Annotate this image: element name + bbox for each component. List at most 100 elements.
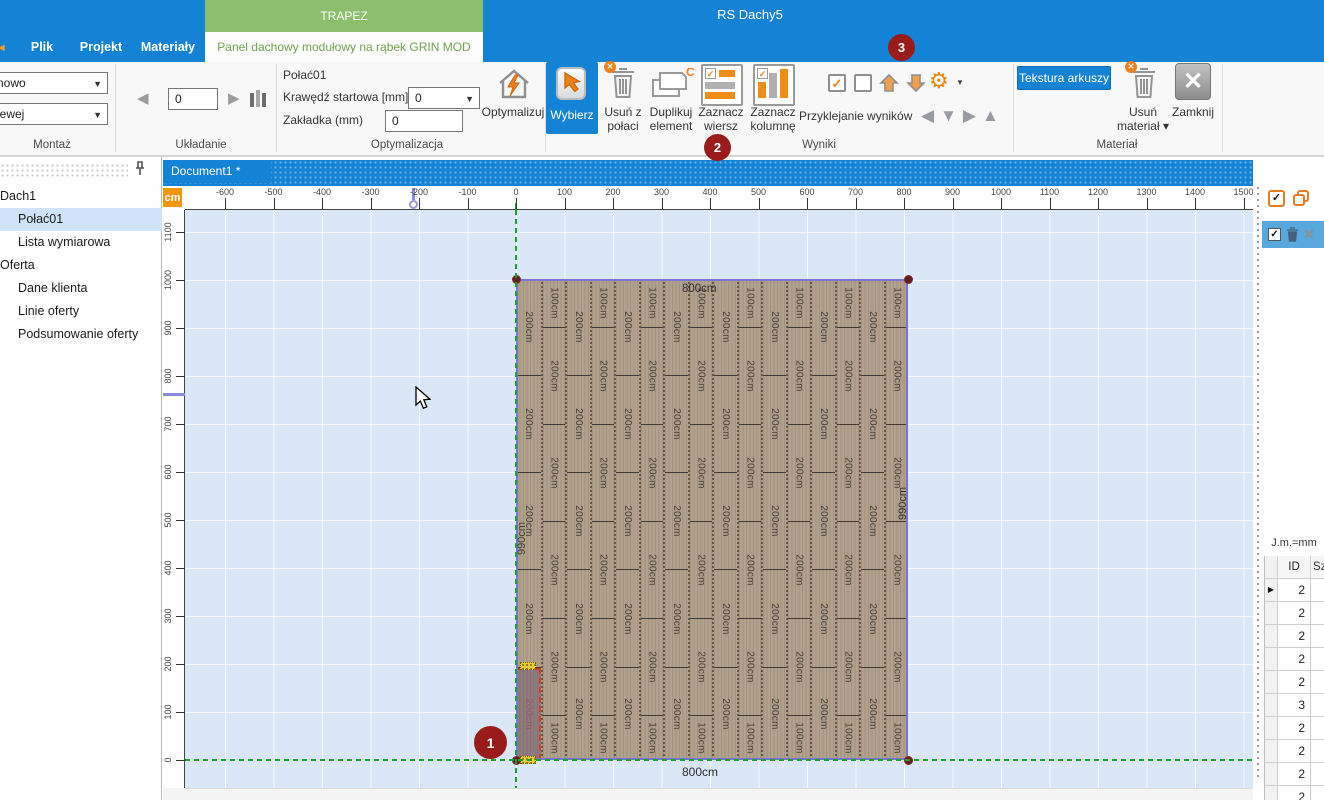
roof-panel[interactable]: 100cm bbox=[788, 716, 811, 760]
layout-offset-input[interactable]: 0 bbox=[168, 88, 218, 110]
roof-panel[interactable]: 200cm bbox=[665, 473, 688, 570]
columns-icon[interactable] bbox=[250, 90, 266, 112]
row-selector[interactable] bbox=[1265, 763, 1278, 785]
roof-panel[interactable]: 200cm bbox=[690, 619, 713, 716]
roof-panel[interactable]: 200cm bbox=[837, 619, 860, 716]
roof-panel[interactable]: 200cm bbox=[812, 571, 835, 668]
roof-panel[interactable]: 200cm bbox=[592, 522, 615, 619]
step-left-button[interactable]: ◀ bbox=[137, 89, 149, 107]
menu-plik[interactable]: Plik bbox=[24, 32, 60, 62]
remove-material-button[interactable]: ✕ Usuńmateriał ▾ bbox=[1118, 62, 1168, 136]
gear-icon[interactable]: ⚙ bbox=[929, 68, 949, 94]
roof-panel[interactable]: 200cm bbox=[592, 328, 615, 425]
panel-column[interactable]: 100cm200cm200cm200cm200cm100cm bbox=[639, 279, 664, 760]
roof-panel[interactable]: 200cm bbox=[543, 619, 566, 716]
row-selector[interactable] bbox=[1265, 717, 1278, 739]
arrow-down-icon[interactable] bbox=[906, 73, 926, 93]
roof-panel[interactable]: 200cm bbox=[788, 522, 811, 619]
row-selector[interactable] bbox=[1265, 602, 1278, 624]
overlap-input[interactable]: 0 bbox=[385, 110, 463, 132]
row-selector[interactable] bbox=[1265, 786, 1278, 800]
roof-panel[interactable]: 200cm bbox=[812, 376, 835, 473]
roof-panel[interactable]: 100cm bbox=[886, 716, 909, 760]
roof-panel[interactable]: 200cm bbox=[812, 668, 835, 760]
roof-panel[interactable]: 200cm bbox=[567, 473, 590, 570]
roof-panel[interactable]: 200cm bbox=[739, 522, 762, 619]
roof-panel[interactable]: 100cm bbox=[641, 279, 664, 328]
roof-surface[interactable]: 200cm200cm200cm200cm200cm100cm200cm200cm… bbox=[516, 279, 908, 760]
row-selector[interactable] bbox=[1265, 671, 1278, 693]
checked-box-icon[interactable]: ✓ bbox=[828, 74, 846, 92]
panel-splitter[interactable] bbox=[1253, 157, 1264, 800]
roof-panel[interactable]: 200cm bbox=[516, 279, 541, 376]
roof-panel[interactable]: 200cm bbox=[837, 522, 860, 619]
table-row[interactable]: 2 bbox=[1265, 717, 1324, 740]
roof-panel[interactable]: 200cm bbox=[861, 376, 884, 473]
panel-column[interactable]: 200cm200cm200cm200cm200cm bbox=[663, 279, 688, 760]
panel-column[interactable]: 200cm200cm200cm200cm200cm bbox=[810, 279, 835, 760]
select-row-button[interactable]: ✓ Zaznaczwiersz bbox=[698, 62, 744, 136]
panel-column[interactable]: 100cm200cm200cm200cm200cm100cm bbox=[590, 279, 615, 760]
table-row[interactable]: 2 bbox=[1265, 625, 1324, 648]
roof-panel[interactable]: 200cm bbox=[861, 668, 884, 760]
roof-panel[interactable]: 100cm bbox=[641, 716, 664, 760]
selected-panel[interactable]: 200cm bbox=[516, 668, 541, 760]
sheet-checkbox[interactable]: ✓ bbox=[1268, 228, 1281, 241]
tree-item-po-a-01[interactable]: Połać01 bbox=[0, 208, 162, 231]
roof-panel[interactable]: 200cm bbox=[641, 425, 664, 522]
roof-panel[interactable]: 200cm bbox=[616, 279, 639, 376]
remove-from-surface-button[interactable]: ✕ Usuń zpołaci bbox=[600, 62, 646, 136]
roof-panel[interactable]: 200cm bbox=[690, 328, 713, 425]
roof-panel[interactable]: 200cm bbox=[739, 328, 762, 425]
roof-panel[interactable]: 200cm bbox=[543, 328, 566, 425]
table-row[interactable]: ▶2 bbox=[1265, 579, 1324, 602]
select-column-button[interactable]: ✓ Zaznaczkolumnę bbox=[748, 62, 798, 136]
roof-panel[interactable]: 200cm bbox=[763, 279, 786, 376]
roof-panel[interactable]: 200cm bbox=[714, 376, 737, 473]
roof-panel[interactable]: 200cm bbox=[763, 376, 786, 473]
roof-panel[interactable]: 200cm bbox=[543, 425, 566, 522]
table-row[interactable]: 2 bbox=[1265, 740, 1324, 763]
optimize-button[interactable]: Optymalizuj bbox=[484, 64, 542, 120]
row-selector[interactable] bbox=[1265, 740, 1278, 762]
roof-panel[interactable]: 200cm bbox=[665, 376, 688, 473]
roof-panel[interactable]: 200cm bbox=[641, 522, 664, 619]
roof-panel[interactable]: 200cm bbox=[567, 376, 590, 473]
table-row[interactable]: 2 bbox=[1265, 602, 1324, 625]
montage-mode-select[interactable]: nowo▼ bbox=[0, 72, 108, 94]
roof-panel[interactable]: 200cm bbox=[516, 571, 541, 668]
roof-panel[interactable]: 100cm bbox=[886, 279, 909, 328]
sheet-list-row[interactable]: ✓ ✕ bbox=[1262, 221, 1324, 248]
roof-panel[interactable]: 200cm bbox=[861, 473, 884, 570]
menu-materialy[interactable]: Materiały bbox=[136, 32, 200, 62]
roof-panel[interactable]: 200cm bbox=[567, 279, 590, 376]
panel-column[interactable]: 200cm200cm200cm200cm200cm bbox=[516, 279, 541, 760]
table-row[interactable]: 2 bbox=[1265, 671, 1324, 694]
roof-panel[interactable]: 200cm bbox=[616, 571, 639, 668]
roof-panel[interactable]: 200cm bbox=[616, 376, 639, 473]
roof-panel[interactable]: 100cm bbox=[592, 279, 615, 328]
table-row[interactable]: 2 bbox=[1265, 786, 1324, 800]
table-row[interactable]: 3 bbox=[1265, 694, 1324, 717]
roof-panel[interactable]: 200cm bbox=[665, 668, 688, 760]
sheet-texture-button[interactable]: Tekstura arkuszy bbox=[1017, 66, 1111, 90]
ribbon-tab-active[interactable]: Panel dachowy modułowy na rąbek GRIN MOD bbox=[205, 32, 483, 62]
roof-panel[interactable]: 200cm bbox=[886, 619, 909, 716]
row-selector[interactable] bbox=[1265, 648, 1278, 670]
roof-panel[interactable]: 200cm bbox=[812, 279, 835, 376]
roof-panel[interactable]: 200cm bbox=[543, 522, 566, 619]
trash-icon[interactable] bbox=[1286, 227, 1299, 242]
quick-access-icon[interactable]: ◄ bbox=[0, 42, 7, 54]
ruler-unit-box[interactable]: cm bbox=[163, 188, 182, 207]
montage-side-select[interactable]: lewej▼ bbox=[0, 103, 108, 125]
panel-column[interactable]: 200cm200cm200cm200cm200cm bbox=[614, 279, 639, 760]
panel-column[interactable]: 200cm200cm200cm200cm200cm bbox=[859, 279, 884, 760]
menu-projekt[interactable]: Projekt bbox=[72, 32, 130, 62]
drawing-canvas[interactable]: 200cm200cm200cm200cm200cm100cm200cm200cm… bbox=[185, 210, 1253, 788]
roof-panel[interactable]: 200cm bbox=[616, 473, 639, 570]
roof-panel[interactable]: 200cm bbox=[837, 425, 860, 522]
snap-direction-arrows[interactable]: ◀▼▶▲ bbox=[921, 106, 1005, 126]
start-edge-select[interactable]: 0▼ bbox=[408, 87, 480, 109]
tree-item-linie-oferty[interactable]: Linie oferty bbox=[0, 300, 162, 323]
roof-panel[interactable]: 200cm bbox=[812, 473, 835, 570]
